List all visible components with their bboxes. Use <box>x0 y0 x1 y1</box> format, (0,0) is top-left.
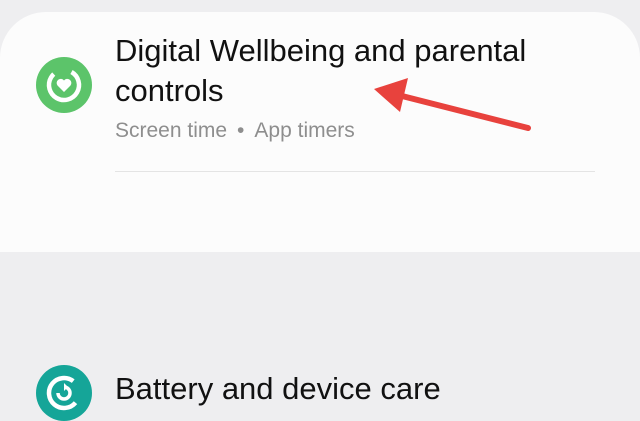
device-care-icon <box>36 365 92 421</box>
wellbeing-subtitle-screen-time: Screen time <box>115 119 228 142</box>
subtitle-separator: • <box>237 119 245 142</box>
settings-item-digital-wellbeing[interactable]: Digital Wellbeing and parental controls … <box>0 0 640 160</box>
wellbeing-subtitle: Screen time • App timers <box>115 117 355 145</box>
wellbeing-heart-icon <box>36 57 92 113</box>
wellbeing-subtitle-app-timers: App timers <box>254 119 355 142</box>
wellbeing-title: Digital Wellbeing and parental controls <box>115 33 527 108</box>
settings-item-battery-device-care[interactable]: Battery and device care <box>0 172 640 421</box>
battery-title: Battery and device care <box>115 371 441 406</box>
